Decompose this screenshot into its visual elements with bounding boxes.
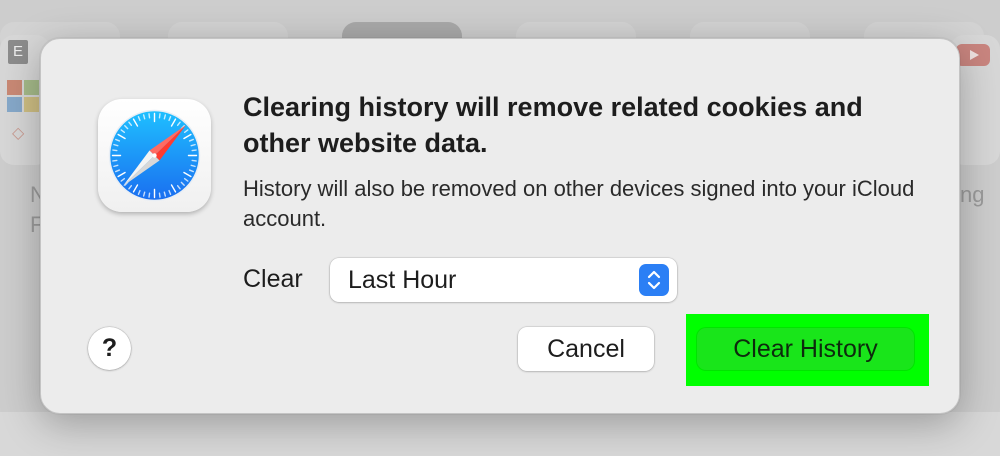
favicon-grid-icon bbox=[7, 80, 39, 112]
compass-tick bbox=[191, 159, 197, 162]
clear-range-select[interactable]: Last Hour bbox=[330, 258, 677, 302]
chevron-up-down-icon bbox=[639, 264, 669, 296]
clear-range-value: Last Hour bbox=[348, 266, 457, 294]
compass-tick bbox=[190, 143, 196, 147]
compass-tick bbox=[148, 113, 151, 119]
compass-tick bbox=[158, 192, 161, 198]
favicon-laravel-icon: ◇ bbox=[12, 125, 25, 142]
clear-history-button[interactable]: Clear History bbox=[697, 328, 914, 370]
clear-history-dialog: Clearing history will remove related coo… bbox=[40, 38, 960, 414]
favicon-e: E bbox=[8, 40, 28, 64]
compass-tick bbox=[191, 149, 197, 152]
compass-tick bbox=[142, 191, 146, 197]
compass-tick bbox=[142, 114, 146, 120]
compass-tick bbox=[158, 113, 161, 119]
clear-range-label: Clear bbox=[243, 265, 303, 293]
help-button[interactable]: ? bbox=[88, 327, 131, 370]
background-snippet: ng bbox=[960, 182, 985, 207]
dialog-title: Clearing history will remove related coo… bbox=[243, 92, 863, 158]
compass-tick bbox=[148, 192, 151, 198]
safari-app-icon bbox=[98, 99, 211, 212]
compass-tick bbox=[112, 159, 118, 162]
compass-tick bbox=[112, 149, 118, 152]
cancel-button[interactable]: Cancel bbox=[518, 327, 654, 371]
compass-tick bbox=[113, 143, 119, 147]
background-band bbox=[0, 412, 1000, 456]
favicon-youtube-icon bbox=[956, 44, 990, 66]
dialog-message: History will also be removed on other de… bbox=[243, 176, 915, 231]
confirm-highlight: Clear History bbox=[686, 314, 929, 386]
